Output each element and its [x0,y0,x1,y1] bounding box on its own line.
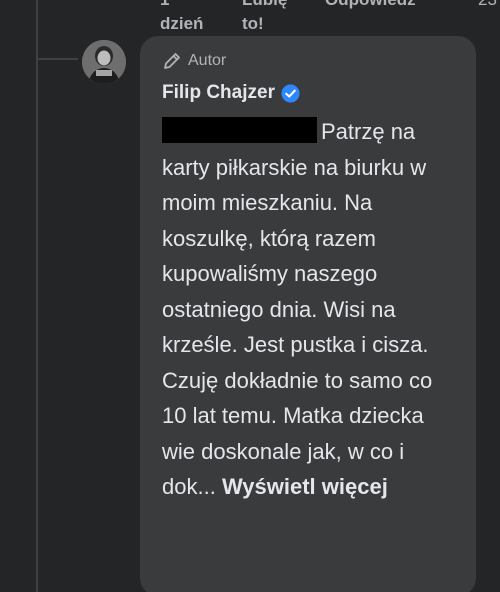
verified-check-icon [281,83,300,103]
comment-text: Patrzę na karty piłkarskie na biurku w m… [162,114,462,505]
comment-thread: 1 dzień Lubię to! Odpowiedz 23 Autor Fil… [0,0,500,592]
previous-comment-time[interactable]: 1 dzień [160,0,210,36]
comment-bubble: Autor Filip Chajzer Patrzę na karty piłk… [140,36,476,592]
author-name[interactable]: Filip Chajzer [162,82,275,104]
redacted-mention [162,117,317,143]
comment-body: Patrzę na karty piłkarskie na biurku w m… [162,119,433,499]
avatar-photo [82,40,126,84]
pencil-icon [164,53,180,69]
author-badge: Autor [162,50,226,72]
author-row: Filip Chajzer [162,82,300,104]
author-badge-label: Autor [188,52,227,69]
avatar[interactable] [82,40,126,84]
like-link[interactable]: Lubię to! [242,0,287,36]
reaction-count[interactable]: 23 [478,0,497,12]
see-more-link[interactable]: Wyświetl więcej [222,474,388,499]
thread-connector-vertical [36,0,38,592]
thread-connector-horizontal [38,58,78,60]
reply-link[interactable]: Odpowiedz [325,0,416,12]
